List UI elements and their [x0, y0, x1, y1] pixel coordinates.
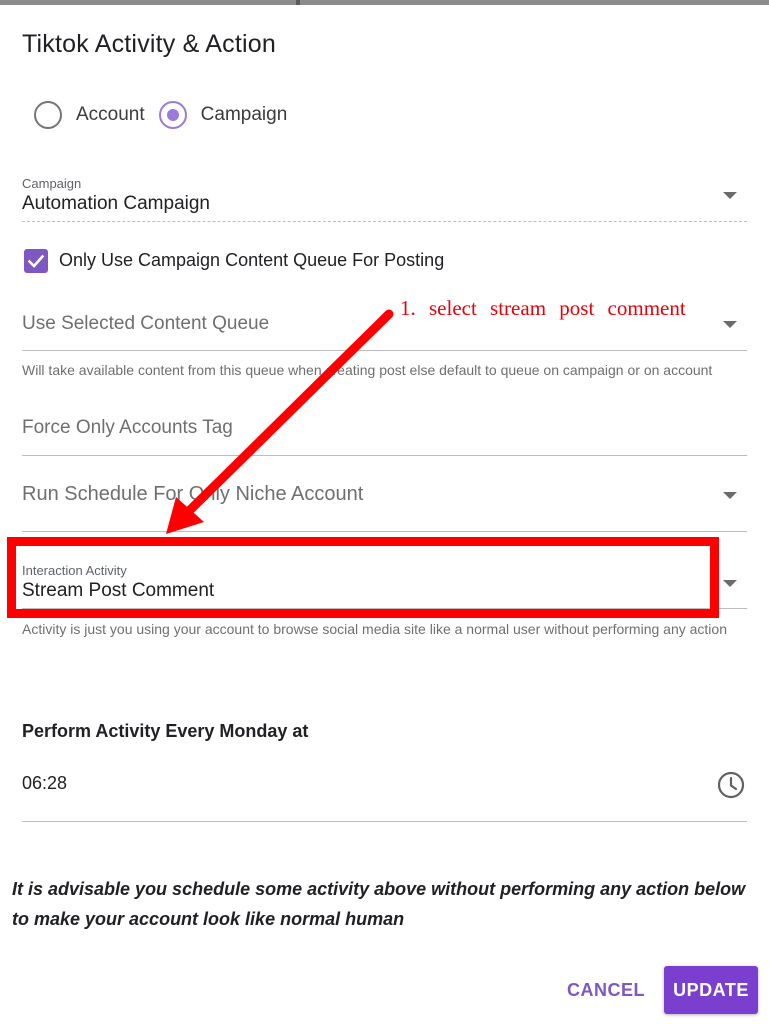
update-button[interactable]: UPDATE	[664, 966, 758, 1014]
radio-campaign[interactable]	[158, 101, 187, 129]
accounts-tag-underline	[22, 455, 747, 456]
dialog-title: Tiktok Activity & Action	[22, 30, 276, 58]
target-radio-group: Account Campaign	[34, 101, 301, 129]
accounts-tag-input[interactable]: Force Only Accounts Tag	[22, 417, 747, 439]
content-queue-dropdown-caret-icon[interactable]	[723, 321, 737, 328]
interaction-activity-dropdown-caret-icon[interactable]	[723, 580, 737, 587]
radio-account[interactable]	[34, 101, 62, 129]
campaign-select[interactable]: Campaign Automation Campaign	[22, 176, 747, 215]
campaign-select-label: Campaign	[22, 176, 82, 191]
schedule-time-underline	[22, 821, 747, 822]
campaign-dropdown-caret-icon[interactable]	[723, 192, 737, 199]
annotation-highlight-box	[7, 537, 719, 618]
content-queue-checkbox-label[interactable]: Only Use Campaign Content Queue For Post…	[59, 250, 444, 271]
niche-schedule-underline	[22, 531, 747, 532]
schedule-heading: Perform Activity Every Monday at	[22, 721, 309, 741]
content-queue-underline	[22, 350, 747, 351]
accounts-tag-placeholder: Force Only Accounts Tag	[22, 417, 233, 438]
activity-dialog	[0, 5, 769, 1024]
cancel-button[interactable]: CANCEL	[560, 966, 652, 1014]
niche-schedule-placeholder: Run Schedule For Only Niche Account	[22, 483, 364, 505]
niche-schedule-select[interactable]: Run Schedule For Only Niche Account	[22, 483, 747, 506]
interaction-activity-helper-text: Activity is just you using your account …	[22, 621, 727, 637]
content-queue-helper-text: Will take available content from this qu…	[22, 362, 713, 378]
content-queue-checkbox[interactable]	[24, 249, 48, 273]
schedule-time-input[interactable]: 06:28	[22, 773, 67, 794]
radio-campaign-label[interactable]: Campaign	[201, 104, 288, 126]
checkbox-check-icon	[27, 254, 45, 268]
radio-account-label[interactable]: Account	[76, 104, 145, 126]
campaign-select-value: Automation Campaign	[22, 193, 210, 214]
advice-text: It is advisable you schedule some activi…	[12, 879, 746, 929]
clock-icon[interactable]	[716, 770, 746, 800]
annotation-text: 1. select stream post comment	[400, 296, 686, 320]
campaign-select-underline	[22, 221, 747, 222]
niche-schedule-dropdown-caret-icon[interactable]	[723, 492, 737, 499]
